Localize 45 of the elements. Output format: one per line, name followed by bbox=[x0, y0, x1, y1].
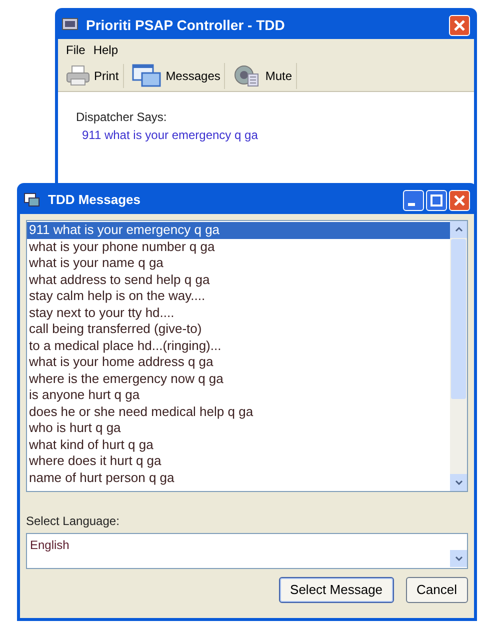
message-item[interactable]: does he or she need medical help q ga bbox=[27, 404, 450, 420]
toolbar-button[interactable]: Mute bbox=[229, 63, 298, 89]
message-item[interactable]: what is your name q ga bbox=[27, 255, 450, 272]
speaker-icon bbox=[233, 64, 262, 88]
message-item[interactable]: to a medical place hd...(ringing)... bbox=[27, 338, 450, 354]
menu-item[interactable]: Help bbox=[93, 41, 118, 59]
dispatcher-message: 911 what is your emergency q ga bbox=[81, 127, 259, 144]
minimize-button[interactable] bbox=[403, 190, 424, 210]
message-item[interactable]: what address to send help q ga bbox=[27, 272, 450, 288]
scroll-down-icon bbox=[454, 480, 462, 485]
close-button[interactable] bbox=[449, 14, 470, 36]
scrollbar[interactable] bbox=[450, 221, 467, 491]
message-item[interactable]: where does it hurt q ga bbox=[27, 453, 450, 470]
dialog-button[interactable]: Select Message bbox=[279, 577, 394, 603]
message-item[interactable]: where is the emergency now q ga bbox=[27, 370, 450, 387]
dialog-button[interactable]: Cancel bbox=[406, 577, 468, 603]
message-item[interactable]: what kind of hurt q ga bbox=[27, 436, 450, 453]
message-item[interactable]: stay calm help is on the way.... bbox=[27, 288, 450, 304]
app-icon bbox=[24, 193, 40, 207]
windows-icon bbox=[132, 64, 162, 88]
window-title: Prioriti PSAP Controller - TDD bbox=[86, 16, 286, 34]
message-item[interactable]: call being transferred (give-to) bbox=[27, 321, 450, 338]
scroll-up-icon bbox=[454, 227, 462, 232]
printer-icon bbox=[66, 65, 90, 87]
window-title: TDD Messages bbox=[48, 191, 142, 210]
close-icon bbox=[453, 194, 466, 206]
maximize-button[interactable] bbox=[426, 190, 447, 210]
language-dropdown[interactable]: English bbox=[26, 533, 468, 569]
close-icon bbox=[453, 18, 466, 32]
close-button[interactable] bbox=[449, 190, 470, 210]
app-icon bbox=[62, 18, 78, 32]
toolbar-button[interactable]: Messages bbox=[128, 63, 226, 89]
dispatcher-label: Dispatcher Says: bbox=[76, 109, 168, 126]
toolbar-button[interactable]: Print bbox=[62, 64, 124, 88]
message-item[interactable]: who is hurt q ga bbox=[27, 420, 450, 436]
message-item[interactable]: what is your home address q ga bbox=[27, 354, 450, 370]
message-item[interactable]: name of hurt person q ga bbox=[27, 470, 450, 486]
maximize-icon bbox=[430, 194, 443, 206]
message-item[interactable]: 911 what is your emergency q ga bbox=[27, 222, 450, 238]
message-item[interactable]: stay next to your tty hd.... bbox=[27, 304, 450, 321]
menu-item[interactable]: File bbox=[66, 41, 86, 59]
message-item[interactable]: what is your phone number q ga bbox=[27, 238, 450, 255]
language-label: Select Language: bbox=[26, 513, 120, 530]
message-item[interactable]: is anyone hurt q ga bbox=[27, 387, 450, 404]
minimize-icon bbox=[408, 202, 415, 206]
